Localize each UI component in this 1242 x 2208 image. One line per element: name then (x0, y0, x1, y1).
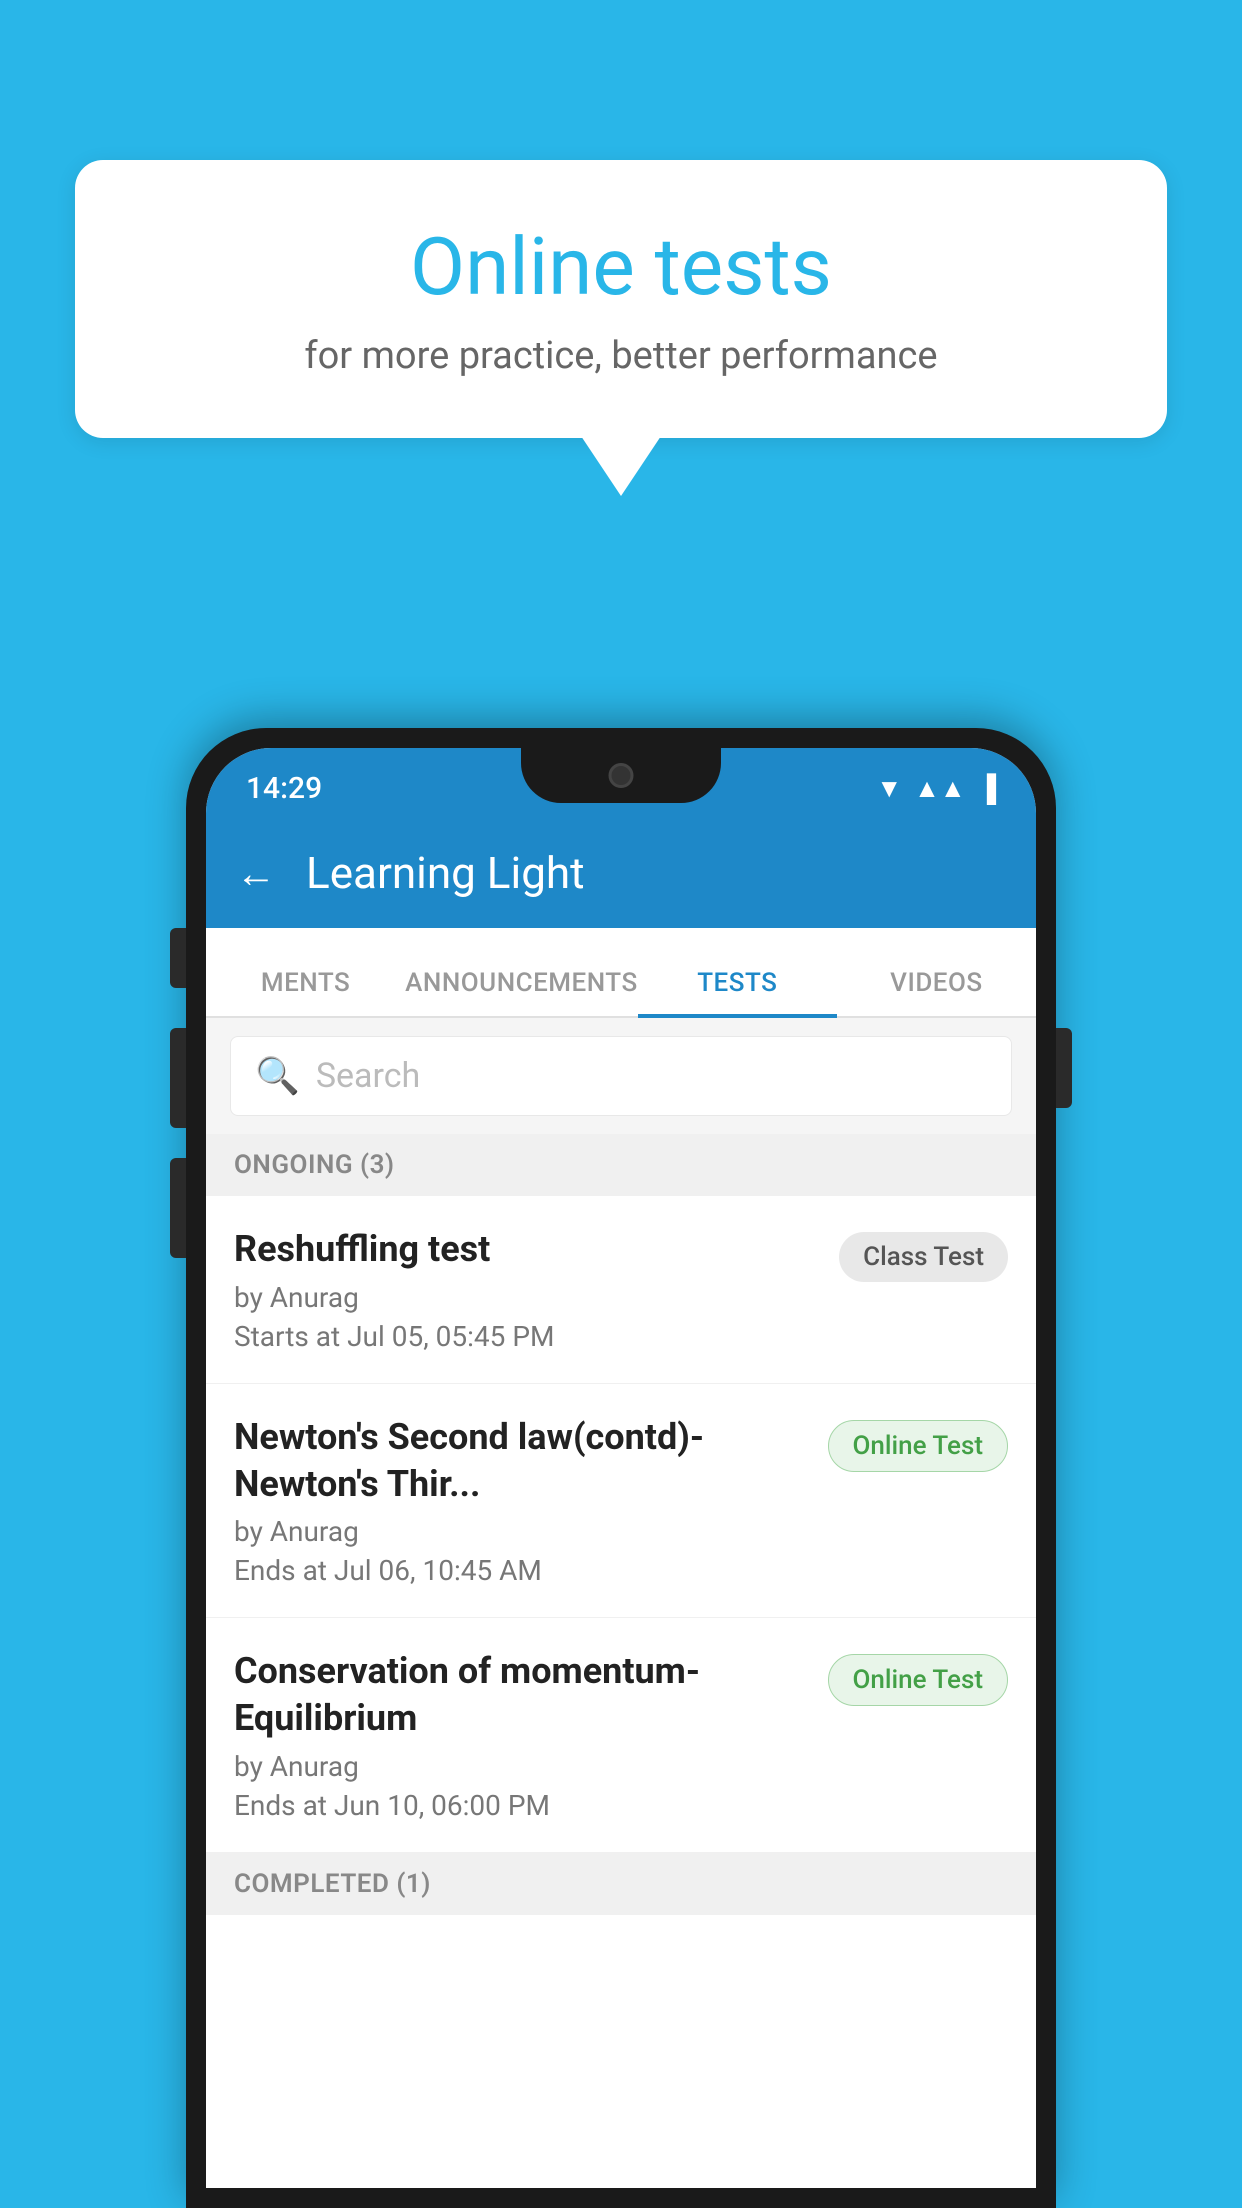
back-button[interactable]: ← (236, 850, 276, 897)
speech-bubble: Online tests for more practice, better p… (75, 160, 1167, 438)
search-bar[interactable]: 🔍 Search (230, 1036, 1012, 1116)
test-item-2-left: Newton's Second law(contd)-Newton's Thir… (234, 1414, 828, 1588)
test-2-name: Newton's Second law(contd)-Newton's Thir… (234, 1414, 808, 1508)
test-3-badge: Online Test (828, 1654, 1009, 1706)
phone-frame: 14:29 ▼ ▲▲ ▐ ← Learning Light MENTS ANNO… (186, 728, 1056, 2208)
signal-icon: ▲▲ (914, 773, 965, 804)
speech-bubble-title: Online tests (155, 220, 1087, 314)
test-1-time: Starts at Jul 05, 05:45 PM (234, 1320, 819, 1353)
speech-bubble-subtitle: for more practice, better performance (155, 334, 1087, 378)
phone-screen: 14:29 ▼ ▲▲ ▐ ← Learning Light MENTS ANNO… (206, 748, 1036, 2188)
completed-section-header: COMPLETED (1) (206, 1853, 1036, 1915)
test-item-1-left: Reshuffling test by Anurag Starts at Jul… (234, 1226, 839, 1353)
test-1-badge: Class Test (839, 1232, 1008, 1282)
test-item-2[interactable]: Newton's Second law(contd)-Newton's Thir… (206, 1384, 1036, 1619)
ongoing-section-header: ONGOING (3) (206, 1134, 1036, 1196)
status-time: 14:29 (246, 771, 322, 806)
test-2-time: Ends at Jul 06, 10:45 AM (234, 1554, 808, 1587)
test-item-3[interactable]: Conservation of momentum-Equilibrium by … (206, 1618, 1036, 1853)
test-item-3-left: Conservation of momentum-Equilibrium by … (234, 1648, 828, 1822)
phone-power-button (1056, 1028, 1072, 1108)
tab-ments[interactable]: MENTS (206, 968, 405, 1016)
test-1-name: Reshuffling test (234, 1226, 819, 1273)
test-item-1[interactable]: Reshuffling test by Anurag Starts at Jul… (206, 1196, 1036, 1384)
search-placeholder: Search (316, 1056, 420, 1096)
status-icons: ▼ ▲▲ ▐ (876, 773, 996, 804)
test-2-badge: Online Test (828, 1420, 1009, 1472)
tab-videos[interactable]: VIDEOS (837, 968, 1036, 1016)
battery-icon: ▐ (978, 773, 996, 804)
app-bar: ← Learning Light (206, 818, 1036, 928)
tab-tests[interactable]: TESTS (638, 968, 837, 1016)
tabs-container: MENTS ANNOUNCEMENTS TESTS VIDEOS (206, 928, 1036, 1018)
wifi-icon: ▼ (876, 773, 902, 804)
test-1-author: by Anurag (234, 1281, 819, 1314)
phone-notch (521, 748, 721, 803)
test-2-author: by Anurag (234, 1515, 808, 1548)
phone-camera (609, 763, 634, 788)
tab-announcements[interactable]: ANNOUNCEMENTS (405, 968, 638, 1016)
test-3-name: Conservation of momentum-Equilibrium (234, 1648, 808, 1742)
phone-silent-button (170, 928, 186, 988)
speech-bubble-arrow (581, 436, 661, 496)
search-container: 🔍 Search (206, 1018, 1036, 1134)
test-3-author: by Anurag (234, 1750, 808, 1783)
search-icon: 🔍 (255, 1055, 300, 1097)
test-3-time: Ends at Jun 10, 06:00 PM (234, 1789, 808, 1822)
phone-volume-up-button (170, 1028, 186, 1128)
speech-bubble-container: Online tests for more practice, better p… (75, 160, 1167, 496)
phone-volume-down-button (170, 1158, 186, 1258)
app-title: Learning Light (306, 847, 585, 899)
